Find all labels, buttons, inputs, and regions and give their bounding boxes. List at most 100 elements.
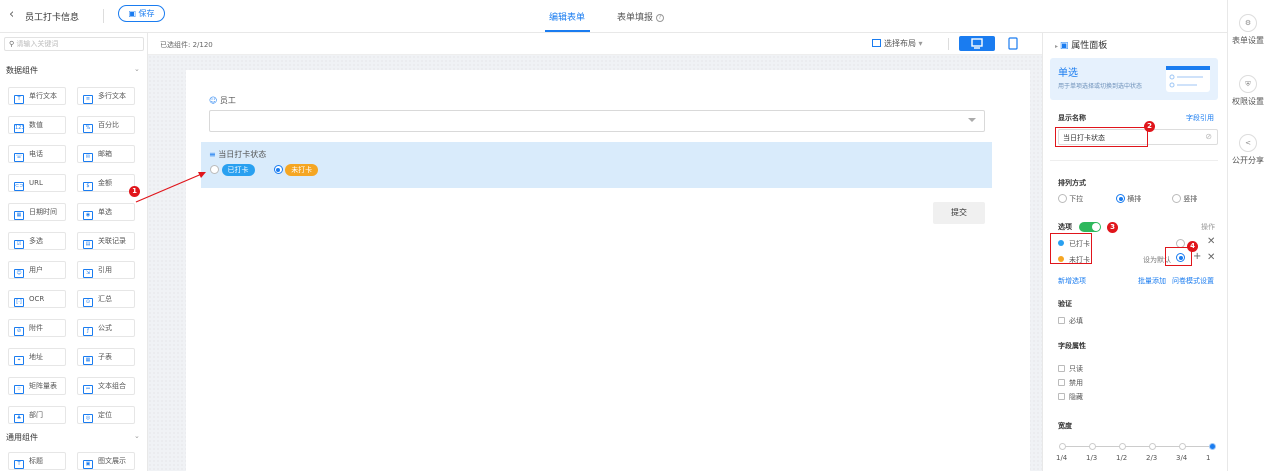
component-icon: ƒ — [83, 327, 93, 336]
component-item[interactable]: ▣ 图文展示 — [77, 452, 135, 470]
remove-icon[interactable]: ✕ — [1207, 252, 1215, 263]
component-item[interactable]: ✉ 邮箱 — [77, 145, 135, 163]
list-icon: ≡ — [209, 150, 219, 159]
radio-option-not-checked-in[interactable] — [273, 165, 283, 174]
component-item[interactable]: T 标题 — [8, 452, 66, 470]
desktop-view-button[interactable] — [959, 36, 995, 51]
component-item[interactable]: ☆ 矩阵量表 — [8, 377, 66, 395]
disabled-checkbox[interactable]: 禁用 — [1058, 378, 1083, 388]
permission-settings-button[interactable]: ⛨ 权限设置 — [1228, 75, 1267, 107]
tab-edit-form[interactable]: 编辑表单 — [549, 10, 585, 23]
mobile-icon — [1008, 37, 1018, 50]
submit-button[interactable]: 提交 — [933, 202, 985, 224]
add-option-link[interactable]: 新增选项 — [1058, 276, 1086, 286]
public-share-label: 公开分享 — [1232, 156, 1264, 165]
required-checkbox[interactable]: 必填 — [1058, 316, 1083, 326]
field-ref-link[interactable]: 字段引用 — [1186, 113, 1214, 123]
component-item[interactable]: ☑ 多选 — [8, 232, 66, 250]
marker-3: 3 — [1107, 222, 1118, 233]
component-item[interactable]: ⊂⊃ URL — [8, 174, 66, 192]
component-item[interactable]: ≔ 文本组合 — [77, 377, 135, 395]
slider-stop[interactable] — [1059, 443, 1066, 450]
clear-icon[interactable]: ⊘ — [1205, 132, 1212, 141]
batch-add-link[interactable]: 批量添加 — [1138, 276, 1166, 286]
component-icon: T — [14, 460, 24, 469]
slider-stop[interactable] — [1209, 443, 1216, 450]
options-color-toggle[interactable] — [1079, 222, 1101, 232]
app-title: 员工打卡信息 — [25, 13, 80, 23]
component-item[interactable]: [·] OCR — [8, 290, 66, 308]
component-label: 标题 — [29, 457, 43, 465]
component-item[interactable]: ☏ 电话 — [8, 145, 66, 163]
component-item[interactable]: ⊘ 附件 — [8, 319, 66, 337]
public-share-button[interactable]: < 公开分享 — [1228, 134, 1267, 166]
chevron-down-icon[interactable]: ⌄ — [134, 432, 140, 440]
component-icon: T — [14, 95, 24, 104]
component-item[interactable]: ◉ 单选 — [77, 203, 135, 221]
component-label: 文本组合 — [98, 382, 126, 390]
divider — [103, 9, 104, 23]
component-label: 汇总 — [98, 295, 112, 303]
component-item[interactable]: T 单行文本 — [8, 87, 66, 105]
component-item[interactable]: % 百分比 — [77, 116, 135, 134]
slider-stop[interactable] — [1119, 443, 1126, 450]
form-settings-label: 表单设置 — [1232, 36, 1264, 45]
readonly-checkbox[interactable]: 只读 — [1058, 364, 1083, 374]
status-radio-field[interactable] — [201, 142, 992, 188]
slider-stop[interactable] — [1089, 443, 1096, 450]
tag-not-checked-in: 未打卡 — [285, 164, 319, 176]
checkbox-icon — [1058, 365, 1065, 372]
slider-stop[interactable] — [1179, 443, 1186, 450]
component-icon: ☆ — [14, 385, 24, 394]
tab-form-fill[interactable]: 表单填报? — [617, 10, 665, 23]
component-item[interactable]: ▤ 关联记录 — [77, 232, 135, 250]
layout-select[interactable]: 选择布局 ▾ — [872, 38, 923, 49]
component-item[interactable]: ♣ 部门 — [8, 406, 66, 424]
chevron-left-icon[interactable]: ‹ — [9, 7, 14, 22]
component-icon: ⊂⊃ — [14, 182, 24, 191]
component-item[interactable]: ƒ 公式 — [77, 319, 135, 337]
component-item[interactable]: ◎ 定位 — [77, 406, 135, 424]
arrange-option-vertical[interactable]: 竖排 — [1172, 194, 1197, 204]
employee-select[interactable] — [209, 110, 985, 132]
chevron-down-icon[interactable]: ⌄ — [134, 65, 140, 73]
component-item[interactable]: 123 数值 — [8, 116, 66, 134]
add-icon[interactable]: + — [1193, 251, 1201, 262]
form-settings-button[interactable]: ⚙ 表单设置 — [1228, 14, 1267, 46]
component-label: 关联记录 — [98, 237, 126, 245]
component-item[interactable]: ⇲ 引用 — [77, 261, 135, 279]
layout-icon — [872, 39, 881, 47]
save-button[interactable]: ▣ 保存 — [118, 5, 165, 22]
marker-4: 4 — [1187, 241, 1198, 252]
search-input[interactable]: ⚲ 请输入关键词 — [4, 37, 144, 51]
component-item[interactable]: ▦ 日期时间 — [8, 203, 66, 221]
component-item[interactable]: ≡ 多行文本 — [77, 87, 135, 105]
arrange-option-dropdown[interactable]: 下拉 — [1058, 194, 1083, 204]
slider-stop[interactable] — [1149, 443, 1156, 450]
component-label: 多选 — [29, 237, 43, 245]
mobile-view-button[interactable] — [1003, 36, 1023, 51]
component-label: 用户 — [29, 266, 43, 274]
settings-icon: ⚙ — [1239, 14, 1257, 32]
component-item[interactable]: ⌖ 地址 — [8, 348, 66, 366]
survey-setting-link[interactable]: 问卷模式设置 — [1172, 276, 1214, 286]
search-placeholder: 请输入关键词 — [16, 40, 59, 48]
remove-icon[interactable]: ✕ — [1207, 236, 1215, 247]
permission-settings-label: 权限设置 — [1232, 97, 1264, 106]
help-icon[interactable]: ? — [656, 14, 665, 22]
component-item[interactable]: ☺ 用户 — [8, 261, 66, 279]
arrange-option-horizontal-label: 横排 — [1127, 195, 1142, 203]
component-item[interactable]: ⊙ 汇总 — [77, 290, 135, 308]
radio-option-checked-in[interactable] — [210, 165, 219, 174]
hidden-checkbox[interactable]: 隐藏 — [1058, 392, 1083, 402]
group-title-data: 数据组件 — [6, 66, 38, 75]
component-item[interactable]: $ 金额 — [77, 174, 135, 192]
arrange-option-horizontal[interactable]: 横排 — [1116, 194, 1141, 204]
component-item[interactable]: ▦ 子表 — [77, 348, 135, 366]
disabled-label: 禁用 — [1069, 379, 1083, 387]
canvas-toolbar: 已选组件: 2/120 选择布局 ▾ — [148, 33, 1042, 55]
side-strip: ⚙ 表单设置 ⛨ 权限设置 < 公开分享 — [1227, 0, 1267, 471]
highlight-box-3 — [1050, 233, 1092, 264]
component-label: 百分比 — [98, 121, 119, 129]
component-icon: [·] — [14, 298, 24, 307]
